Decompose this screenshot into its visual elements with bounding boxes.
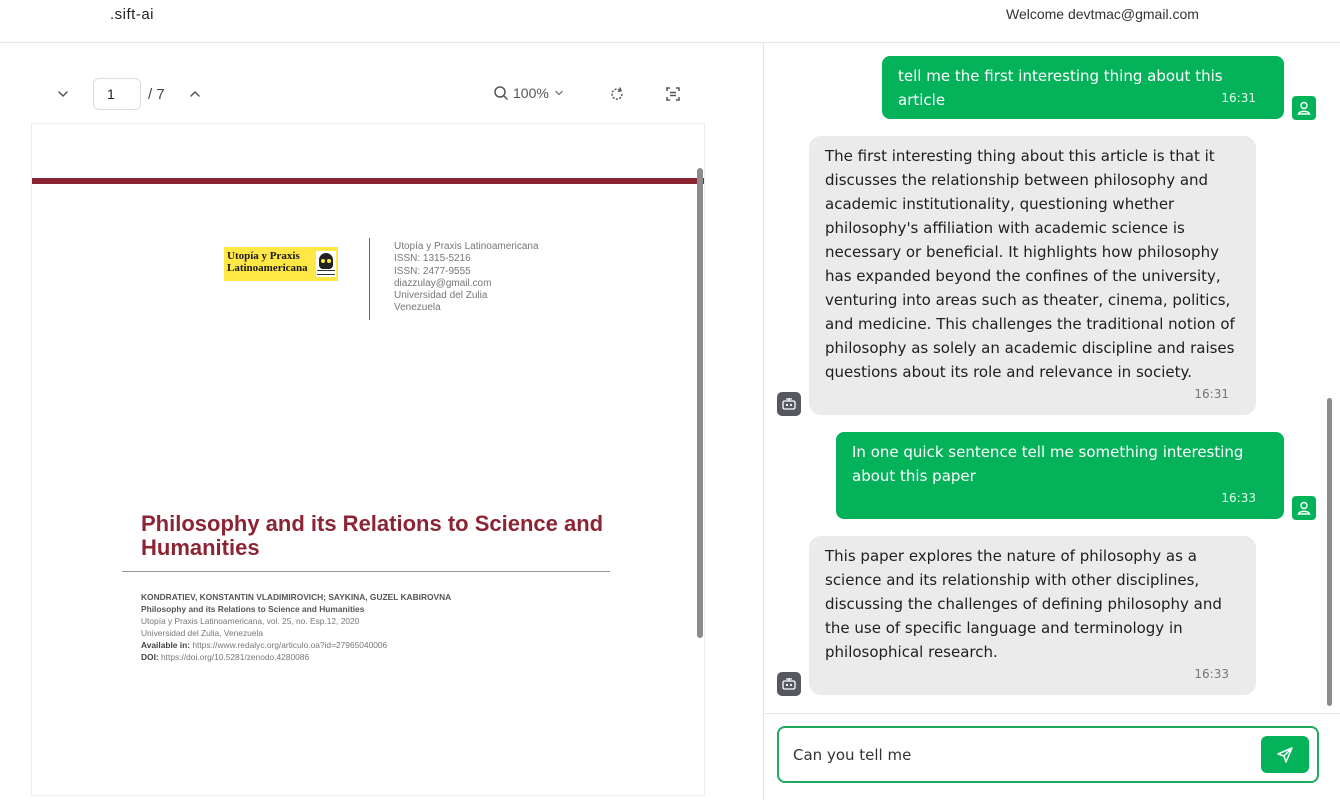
rotate-icon	[611, 87, 623, 100]
message-text: This paper explores the nature of philos…	[825, 547, 1222, 661]
assistant-message: This paper explores the nature of philos…	[809, 536, 1256, 695]
bot-avatar	[777, 672, 801, 696]
search-icon	[494, 86, 508, 100]
brand-logo[interactable]: .sift-ai	[110, 6, 154, 23]
pdf-scrollbar[interactable]	[697, 168, 703, 638]
user-avatar	[1292, 496, 1316, 520]
fit-page-icon	[666, 87, 680, 101]
user-avatar	[1292, 96, 1316, 120]
citation-block: KONDRATIEV, KONSTANTIN VLADIMIROVICH; SA…	[141, 592, 452, 662]
message-text: tell me the first interesting thing abou…	[898, 67, 1223, 109]
chevron-up-icon	[190, 90, 200, 97]
vertical-divider	[369, 238, 370, 320]
bot-icon	[782, 398, 796, 410]
citation-university: Universidad del Zulia, Venezuela	[141, 628, 263, 638]
doi-link[interactable]: https://doi.org/10.5281/zenodo.4280086	[161, 652, 309, 662]
owl-icon	[316, 251, 336, 277]
message-time: 16:31	[1221, 91, 1256, 105]
message-composer	[777, 726, 1319, 783]
bot-icon	[782, 678, 796, 690]
chat-scrollbar[interactable]	[1327, 398, 1332, 706]
paper-title: Philosophy and its Relations to Science …	[141, 511, 604, 560]
title-rule	[122, 571, 610, 572]
pdf-page: Utopía y Praxis Latinoamericana Utopía y…	[31, 123, 705, 796]
user-icon	[1297, 501, 1311, 515]
zoom-level: 100%	[513, 85, 549, 101]
message-input[interactable]	[793, 743, 1253, 767]
message-text: The first interesting thing about this a…	[825, 147, 1235, 381]
composer-divider	[765, 713, 1340, 714]
available-link[interactable]: https://www.redalyc.org/articulo.oa?id=2…	[192, 640, 387, 650]
journal-info: Utopía y Praxis Latinoamericana ISSN: 13…	[394, 241, 539, 314]
header-rule	[32, 178, 704, 184]
authors: KONDRATIEV, KONSTANTIN VLADIMIROVICH; SA…	[141, 592, 452, 602]
fit-page-button[interactable]	[662, 83, 684, 105]
message-time: 16:33	[1194, 667, 1229, 681]
citation-journal: Utopía y Praxis Latinoamericana, vol. 25…	[141, 616, 360, 626]
page-total: / 7	[148, 86, 165, 103]
user-message: In one quick sentence tell me something …	[836, 432, 1284, 519]
assistant-message: The first interesting thing about this a…	[809, 136, 1256, 415]
user-icon	[1297, 101, 1311, 115]
chevron-down-icon	[555, 90, 563, 96]
pdf-toolbar: / 7 100%	[0, 43, 764, 123]
user-message: tell me the first interesting thing abou…	[882, 56, 1284, 119]
citation-title: Philosophy and its Relations to Science …	[141, 604, 365, 614]
prev-page-button[interactable]	[52, 83, 74, 105]
journal-logo: Utopía y Praxis Latinoamericana	[224, 247, 338, 281]
send-icon	[1277, 746, 1293, 763]
message-time: 16:33	[1221, 491, 1256, 505]
top-bar: .sift-ai Welcome devtmac@gmail.com	[0, 0, 1340, 43]
pdf-viewer: / 7 100% Utopía y Praxis Latinoamericana	[0, 43, 764, 800]
chevron-down-icon	[58, 91, 68, 98]
rotate-button[interactable]	[606, 83, 628, 105]
zoom-control[interactable]: 100%	[493, 85, 565, 101]
bot-avatar	[777, 392, 801, 416]
next-page-button[interactable]	[184, 83, 206, 105]
send-button[interactable]	[1261, 736, 1309, 773]
message-text: In one quick sentence tell me something …	[852, 443, 1244, 485]
page-number-input[interactable]	[93, 78, 141, 110]
welcome-text: Welcome devtmac@gmail.com	[1006, 6, 1199, 22]
message-time: 16:31	[1194, 387, 1229, 401]
